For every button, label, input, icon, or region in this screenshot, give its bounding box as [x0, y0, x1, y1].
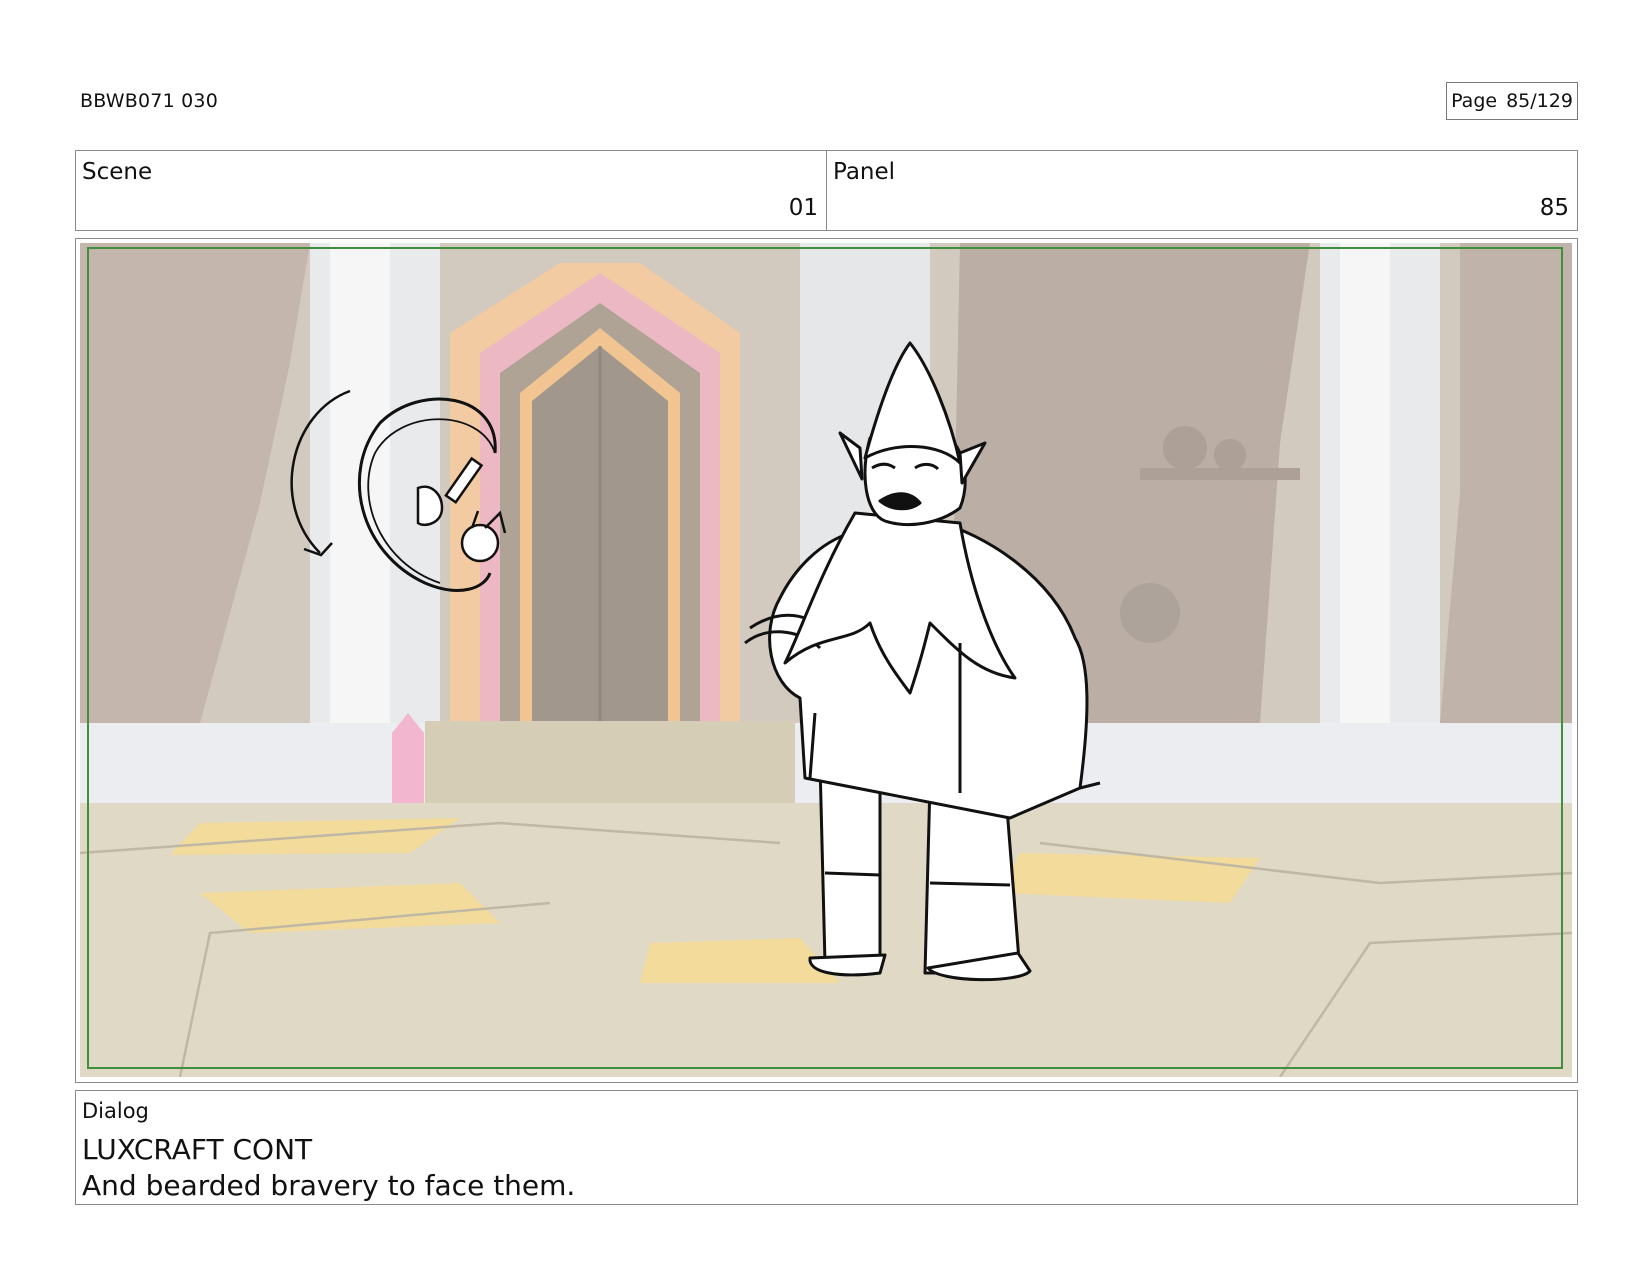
dwarf-mouth [878, 492, 922, 511]
dwarf-boot-line [929, 881, 1011, 887]
scene-cell: Scene 01 [76, 151, 826, 230]
storyboard-illustration [80, 243, 1572, 1077]
storyboard-frame [75, 238, 1578, 1083]
panel-cell: Panel 85 [826, 151, 1577, 230]
panel-number: 85 [1539, 195, 1569, 221]
dwarf-foot-left [808, 953, 887, 977]
scene-label: Scene [82, 159, 153, 185]
document-id: BBWB071 030 [80, 90, 218, 112]
dwarf-leg-left [818, 761, 882, 965]
page-label: Page [1451, 90, 1498, 112]
scene-number: 01 [788, 195, 818, 221]
page-indicator: Page 85/129 [1446, 82, 1578, 120]
scene-panel-header: Scene 01 Panel 85 [75, 150, 1578, 231]
dialog-character: LUXCRAFT CONT [82, 1133, 313, 1166]
fairy-body [460, 523, 500, 563]
dialog-label: Dialog [82, 1099, 149, 1123]
dwarf-boot-line [824, 871, 881, 877]
dialog-line: And bearded bravery to face them. [82, 1169, 576, 1202]
dialog-box: Dialog LUXCRAFT CONT And bearded bravery… [75, 1090, 1578, 1205]
panel-label: Panel [833, 159, 896, 185]
page-number: 85/129 [1506, 90, 1573, 112]
